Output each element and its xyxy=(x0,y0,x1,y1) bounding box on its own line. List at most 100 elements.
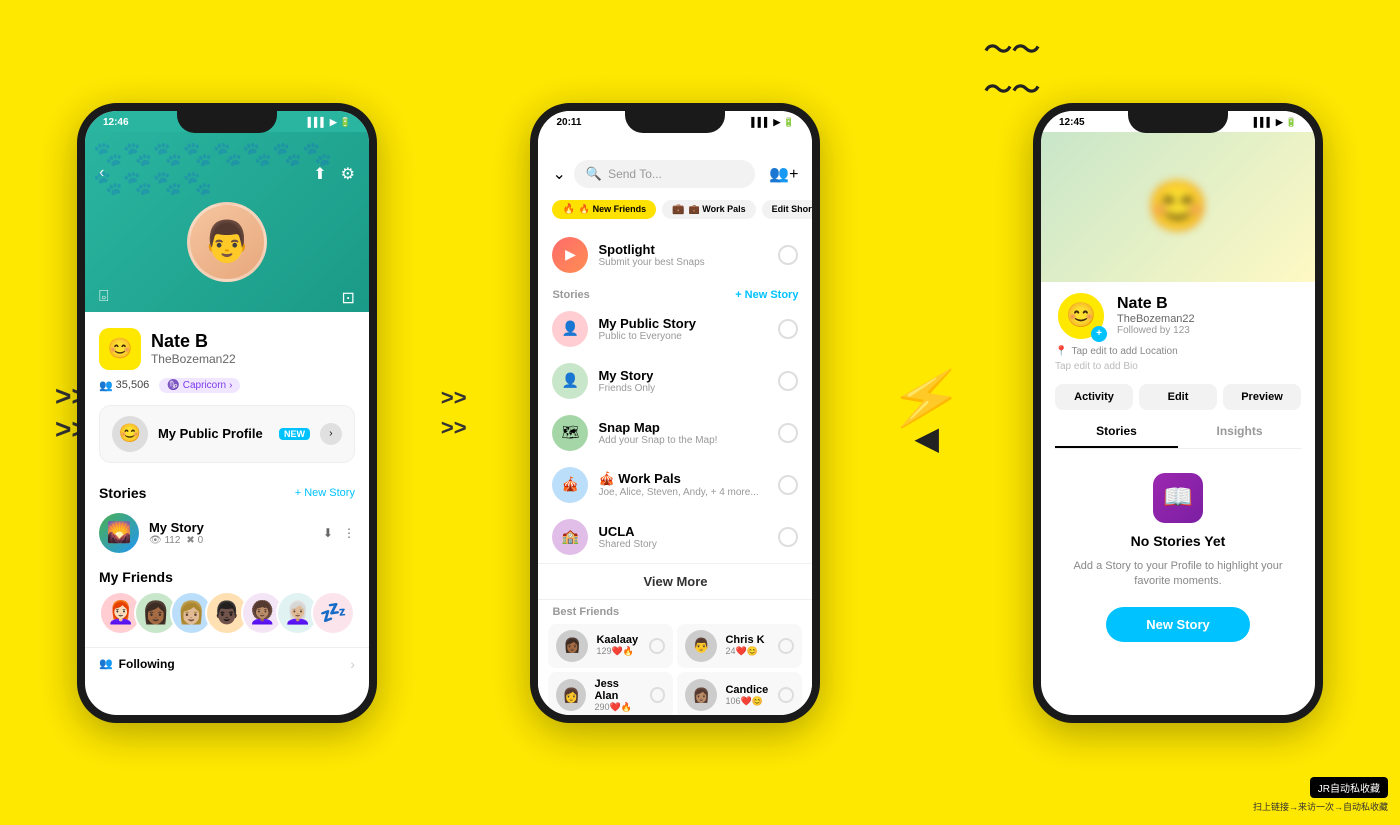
header-controls[interactable]: ‹ ⬆ ⚙ xyxy=(85,132,369,192)
user-handle-left: TheBozeman22 xyxy=(151,352,236,366)
stories-icon: 📖 xyxy=(1153,473,1203,523)
my-story-item[interactable]: 🌄 My Story 👁 112 ✖ 0 ⬇ ⋮ xyxy=(99,509,355,557)
following-row[interactable]: 👥 Following xyxy=(99,657,175,671)
add-friend-icon[interactable]: 👥+ xyxy=(769,164,798,184)
public-profile-avatar: 😊 xyxy=(112,416,148,452)
following-label: Following xyxy=(119,657,175,671)
spotlight-icon: ▶ xyxy=(552,237,588,273)
preview-button[interactable]: Preview xyxy=(1223,384,1301,410)
header-bottom-icons: ⌻ ⊡ xyxy=(85,284,369,312)
friend-avatar-7: 💤 xyxy=(311,591,354,635)
category-tabs: 🔥 🔥 New Friends 💼 💼 Work Pals Edit Short… xyxy=(538,196,812,227)
friends-title: My Friends xyxy=(99,569,355,585)
stories-section: Stories + New Story 🌄 My Story 👁 112 ✖ 0… xyxy=(85,479,369,563)
friends-section: My Friends 👩🏻‍🦰 👩🏾 👩🏼 👨🏿 👩🏽‍🦱 👩🏼‍🦳 💤 xyxy=(85,563,369,647)
view-more-button[interactable]: View More xyxy=(538,563,812,600)
bf-avatar-0: 👩🏾 xyxy=(556,630,588,662)
bottom-nav-left: 👥 Following › xyxy=(85,647,369,680)
time-right: 12:45 xyxy=(1059,117,1085,128)
chevron-down-icon[interactable]: ⌄ xyxy=(552,164,565,184)
profile-info: 😊 Nate B TheBozeman22 👥 35,506 ♑ Caprico… xyxy=(85,312,369,479)
story-thumbnail: 🌄 xyxy=(99,513,139,553)
spotlight-text: Spotlight Submit your best Snaps xyxy=(598,242,704,268)
my-story-item-mid[interactable]: 👤 My Story Friends Only xyxy=(538,355,812,407)
new-story-big-button[interactable]: New Story xyxy=(1106,607,1250,642)
bf-item-0[interactable]: 👩🏾 Kaalaay 129❤️🔥 xyxy=(548,624,673,668)
camera-icon[interactable]: ⌻ xyxy=(99,288,109,308)
activity-button[interactable]: Activity xyxy=(1055,384,1133,410)
ucla-item[interactable]: 🏫 UCLA Shared Story xyxy=(538,511,812,563)
friends-avatars: 👩🏻‍🦰 👩🏾 👩🏼 👨🏿 👩🏽‍🦱 👩🏼‍🦳 💤 xyxy=(99,591,355,635)
bf-check-1[interactable] xyxy=(778,638,794,654)
spotlight-check[interactable] xyxy=(778,245,798,265)
watermark-logo: JR自动私收藏 xyxy=(1310,777,1388,798)
user-name-left: Nate B xyxy=(151,331,236,352)
bf-item-1[interactable]: 👨 Chris K 24❤️😊 xyxy=(677,624,802,668)
share-icon[interactable]: ⊡ xyxy=(342,288,355,308)
bf-check-3[interactable] xyxy=(778,687,794,703)
bf-info-3: Candice 106❤️😊 xyxy=(725,684,768,707)
notch-middle xyxy=(625,111,725,133)
notch-right xyxy=(1128,111,1228,133)
bf-avatar-2: 👩 xyxy=(556,679,586,711)
snap-map-item[interactable]: 🗺 Snap Map Add your Snap to the Map! xyxy=(538,407,812,459)
bf-item-2[interactable]: 👩 Jess Alan 290❤️🔥 xyxy=(548,672,673,719)
no-stories-title: No Stories Yet xyxy=(1131,533,1226,549)
ucla-check[interactable] xyxy=(778,527,798,547)
watermark: JR自动私收藏 扫上链接→来访一次→自动私收藏 xyxy=(1253,777,1388,813)
status-icons-middle: ▌▌▌ ▶ 🔋 xyxy=(751,117,794,128)
stories-divider: Stories + New Story xyxy=(538,283,812,303)
tab-stories[interactable]: Stories xyxy=(1055,416,1178,448)
following-chevron[interactable]: › xyxy=(350,656,355,672)
zodiac-badge[interactable]: ♑ Capricorn › xyxy=(159,378,240,393)
tab-work-pals[interactable]: 💼 💼 Work Pals xyxy=(662,200,756,219)
new-story-mid[interactable]: + New Story xyxy=(735,289,798,301)
bf-check-2[interactable] xyxy=(650,687,665,703)
bf-check-0[interactable] xyxy=(649,638,665,654)
tab-insights[interactable]: Insights xyxy=(1178,416,1301,448)
zap-arrow: ⚡ xyxy=(885,362,969,434)
public-story-text: My Public Story Public to Everyone xyxy=(598,316,696,342)
tab-new-friends[interactable]: 🔥 🔥 New Friends xyxy=(552,200,656,219)
work-pals-item[interactable]: 🎪 🎪 Work Pals Joe, Alice, Steven, Andy, … xyxy=(538,459,812,511)
phone-middle: 20:11 ▌▌▌ ▶ 🔋 ⌄ 🔍 Send To... 👥+ 🔥 🔥 New … xyxy=(530,103,820,723)
new-story-button[interactable]: + New Story xyxy=(295,487,355,499)
arrow-deco: ⚡ ◀ xyxy=(889,369,964,457)
work-pals-icon: 🎪 xyxy=(552,467,588,503)
time-middle: 20:11 xyxy=(556,117,581,128)
tabs-row: Stories Insights xyxy=(1055,416,1301,449)
more-icon[interactable]: ⋮ xyxy=(343,526,355,540)
chevron-right-icon[interactable]: › xyxy=(320,423,342,445)
right-user-info: Nate B TheBozeman22 Followed by 123 xyxy=(1117,295,1195,336)
bf-avatar-1: 👨 xyxy=(685,630,717,662)
bf-info-1: Chris K 24❤️😊 xyxy=(725,634,764,657)
ucla-icon: 🏫 xyxy=(552,519,588,555)
edit-button[interactable]: Edit xyxy=(1139,384,1217,410)
deco-top-right: 〜〜 〜〜 xyxy=(984,28,1040,108)
bitmoji-face: 👨 xyxy=(187,202,267,282)
public-story-item[interactable]: 👤 My Public Story Public to Everyone xyxy=(538,303,812,355)
bf-grid: 👩🏾 Kaalaay 129❤️🔥 👨 Chris K 24❤️😊 xyxy=(548,624,802,719)
snap-map-check[interactable] xyxy=(778,423,798,443)
tab-edit-shortcuts[interactable]: Edit Shortcuts xyxy=(762,200,813,219)
deco-right-arrows: >> >> xyxy=(441,385,467,441)
back-icon[interactable]: ‹ xyxy=(99,164,104,184)
best-friends-divider: Best Friends xyxy=(538,600,812,620)
public-story-check[interactable] xyxy=(778,319,798,339)
bf-avatar-3: 👩🏽 xyxy=(685,679,717,711)
my-story-check[interactable] xyxy=(778,371,798,391)
download-icon[interactable]: ⬇ xyxy=(323,526,333,540)
plus-badge[interactable]: + xyxy=(1091,326,1107,342)
bf-item-3[interactable]: 👩🏽 Candice 106❤️😊 xyxy=(677,672,802,719)
search-bar[interactable]: 🔍 Send To... xyxy=(574,160,755,188)
bf-info-0: Kaalaay 129❤️🔥 xyxy=(596,634,638,657)
story-meta: My Story 👁 112 ✖ 0 xyxy=(149,520,313,546)
settings-icon[interactable]: ⚙ xyxy=(341,164,355,184)
edit-shortcuts-label: Edit Shortcuts xyxy=(772,204,813,214)
work-pals-check[interactable] xyxy=(778,475,798,495)
spotlight-item[interactable]: ▶ Spotlight Submit your best Snaps xyxy=(538,227,812,283)
upload-icon[interactable]: ⬆ xyxy=(313,164,326,184)
snap-map-text: Snap Map Add your Snap to the Map! xyxy=(598,420,717,446)
spotlight-sub: Submit your best Snaps xyxy=(598,257,704,268)
public-profile-card[interactable]: 😊 My Public Profile NEW › xyxy=(99,405,355,463)
